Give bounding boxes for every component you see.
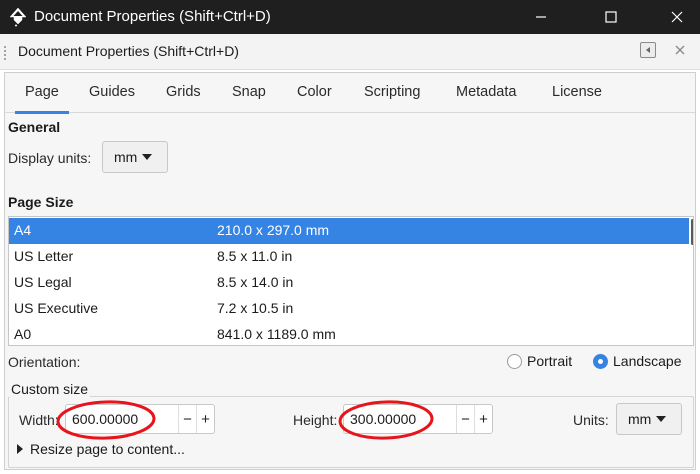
width-increment-button[interactable]: + xyxy=(196,405,214,433)
custom-size-legend: Custom size xyxy=(9,381,91,397)
maximize-icon[interactable] xyxy=(588,0,634,34)
display-units-label: Display units: xyxy=(8,150,92,166)
iconify-panel-icon[interactable] xyxy=(640,42,656,58)
height-increment-button[interactable]: + xyxy=(474,405,492,433)
resize-to-content-expander[interactable]: Resize page to content... xyxy=(17,441,185,457)
radio-checked-icon xyxy=(593,353,608,369)
general-section-title: General xyxy=(8,119,61,135)
inkscape-logo-icon xyxy=(8,7,28,27)
page-size-name: US Letter xyxy=(14,248,74,264)
tab-license[interactable]: License xyxy=(552,84,602,100)
page-size-dims: 8.5 x 11.0 in xyxy=(217,248,293,264)
tab-color[interactable]: Color xyxy=(297,84,332,100)
tab-bar: Page Guides Grids Snap Color Scripting M… xyxy=(5,73,695,114)
width-spinbutton[interactable]: − + xyxy=(65,404,215,434)
tab-scripting[interactable]: Scripting xyxy=(364,84,420,100)
resize-to-content-label: Resize page to content... xyxy=(30,441,185,457)
page-size-row-us-executive[interactable]: US Executive 7.2 x 10.5 in xyxy=(9,296,689,322)
page-size-dims: 7.2 x 10.5 in xyxy=(217,300,294,316)
units-label: Units: xyxy=(573,412,609,428)
tab-page[interactable]: Page xyxy=(15,84,69,114)
page-size-name: US Legal xyxy=(14,274,72,290)
display-units-value: mm xyxy=(114,149,138,165)
minimize-icon[interactable] xyxy=(518,0,564,34)
page-size-row-a4[interactable]: A4 210.0 x 297.0 mm xyxy=(9,218,689,244)
chevron-down-icon xyxy=(656,416,667,422)
tab-guides[interactable]: Guides xyxy=(89,84,135,100)
display-units-dropdown[interactable]: mm xyxy=(102,141,168,173)
portrait-radio[interactable]: Portrait xyxy=(507,353,572,369)
dock-title: Document Properties (Shift+Ctrl+D) xyxy=(18,43,239,59)
page-size-row-a0[interactable]: A0 841.0 x 1189.0 mm xyxy=(9,322,689,345)
tab-grids[interactable]: Grids xyxy=(166,84,201,100)
window-title: Document Properties (Shift+Ctrl+D) xyxy=(34,8,271,25)
height-decrement-button[interactable]: − xyxy=(456,405,474,433)
landscape-label: Landscape xyxy=(613,353,682,369)
window-titlebar: Document Properties (Shift+Ctrl+D) xyxy=(0,0,700,34)
orientation-label: Orientation: xyxy=(8,354,81,370)
drag-handle-icon[interactable] xyxy=(2,44,12,62)
dock-header: Document Properties (Shift+Ctrl+D) xyxy=(0,34,700,70)
custom-units-dropdown[interactable]: mm xyxy=(616,403,682,435)
page-size-row-us-legal[interactable]: US Legal 8.5 x 14.0 in xyxy=(9,270,689,296)
landscape-radio[interactable]: Landscape xyxy=(593,353,682,369)
page-size-name: A0 xyxy=(14,326,32,342)
tab-metadata[interactable]: Metadata xyxy=(456,84,516,100)
page-size-list: A4 210.0 x 297.0 mm US Letter 8.5 x 11.0… xyxy=(8,216,694,346)
custom-units-value: mm xyxy=(628,411,652,427)
width-label: Width: xyxy=(19,412,59,428)
expander-arrow-icon xyxy=(17,444,23,454)
page-size-dims: 841.0 x 1189.0 mm xyxy=(217,326,336,342)
document-properties-panel: Page Guides Grids Snap Color Scripting M… xyxy=(4,72,696,470)
page-size-dims: 8.5 x 14.0 in xyxy=(217,274,294,290)
portrait-label: Portrait xyxy=(527,353,573,369)
list-scrollbar[interactable] xyxy=(691,219,693,245)
page-size-dims: 210.0 x 297.0 mm xyxy=(217,222,330,238)
radio-unchecked-icon xyxy=(507,353,522,369)
page-size-row-us-letter[interactable]: US Letter 8.5 x 11.0 in xyxy=(9,244,689,270)
height-label: Height: xyxy=(293,412,338,428)
close-icon[interactable] xyxy=(654,0,700,34)
page-size-name: A4 xyxy=(14,222,32,238)
tab-snap[interactable]: Snap xyxy=(232,84,266,100)
close-panel-icon[interactable] xyxy=(672,42,688,58)
page-size-name: US Executive xyxy=(14,300,99,316)
chevron-down-icon xyxy=(142,154,153,160)
height-input[interactable] xyxy=(344,405,456,433)
width-input[interactable] xyxy=(66,405,178,433)
width-decrement-button[interactable]: − xyxy=(178,405,196,433)
height-spinbutton[interactable]: − + xyxy=(343,404,493,434)
page-size-section-title: Page Size xyxy=(8,194,74,210)
